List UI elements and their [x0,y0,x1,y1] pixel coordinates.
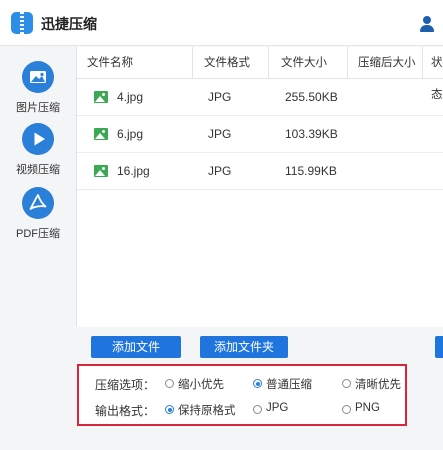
radio-label: JPG [266,402,289,414]
output-format-label: 输出格式： [95,404,156,418]
add-folder-button[interactable]: 添加文件夹 [200,336,288,358]
image-file-icon [94,91,108,103]
sidebar-item-video-compress[interactable]: 视频压缩 [0,123,76,183]
radio-label: 保持原格式 [178,405,236,417]
radio-keep-original-format[interactable] [165,405,174,414]
pdf-icon [22,187,54,219]
table-row[interactable]: 16.jpg JPG 115.99KB [77,153,443,190]
column-header-status: 状态 [431,57,443,101]
radio-format-jpg[interactable] [253,405,262,414]
sidebar-item-label: 视频压缩 [16,164,60,176]
add-file-button[interactable]: 添加文件 [91,336,181,358]
file-table: 文件名称 文件格式 文件大小 压缩后大小 状态 4.jpg JPG 255.50… [76,47,443,327]
app-logo-icon [11,12,33,34]
file-size: 115.99KB [285,164,337,178]
file-size: 103.39KB [285,127,338,141]
title-bar: 迅捷压缩 [0,0,443,46]
app-title: 迅捷压缩 [41,16,97,32]
radio-normal-compress[interactable] [253,379,262,388]
file-name: 6.jpg [117,127,144,141]
radio-label: 普通压缩 [266,379,312,391]
table-row[interactable]: 4.jpg JPG 255.50KB [77,79,443,116]
file-format: JPG [208,164,232,178]
user-icon[interactable] [420,16,434,32]
radio-label: 缩小优先 [178,379,224,391]
radio-shrink-priority[interactable] [165,379,174,388]
compression-options-panel: 压缩选项： 缩小优先 普通压缩 清晰优先 输出格式： 保持原格式 JPG PNG [77,364,407,426]
file-format: JPG [208,90,232,104]
radio-label: PNG [355,402,380,414]
radio-label: 清晰优先 [355,379,401,391]
radio-clarity-priority[interactable] [342,379,351,388]
table-row[interactable]: 6.jpg JPG 103.39KB [77,116,443,153]
column-header-name: 文件名称 [87,57,133,69]
image-icon [22,61,54,93]
sidebar-item-image-compress[interactable]: 图片压缩 [0,61,76,121]
file-size: 255.50KB [285,90,338,104]
sidebar-item-pdf-compress[interactable]: PDF压缩 [0,187,76,247]
sidebar-item-label: 图片压缩 [16,102,60,114]
start-compress-button[interactable] [435,336,443,358]
column-header-format: 文件格式 [204,57,250,69]
action-bar: 添加文件 添加文件夹 [76,327,443,367]
radio-format-png[interactable] [342,405,351,414]
file-name: 4.jpg [117,90,144,104]
image-file-icon [94,128,108,140]
image-file-icon [94,165,108,177]
column-header-size: 文件大小 [281,57,327,69]
play-icon [22,123,54,155]
file-format: JPG [208,127,232,141]
table-header: 文件名称 文件格式 文件大小 压缩后大小 状态 [77,47,443,101]
compress-option-label: 压缩选项： [95,378,156,392]
sidebar: 图片压缩 视频压缩 PDF压缩 [0,47,76,450]
sidebar-item-label: PDF压缩 [16,228,60,240]
file-name: 16.jpg [117,164,150,178]
column-header-compressed-size: 压缩后大小 [358,57,416,69]
